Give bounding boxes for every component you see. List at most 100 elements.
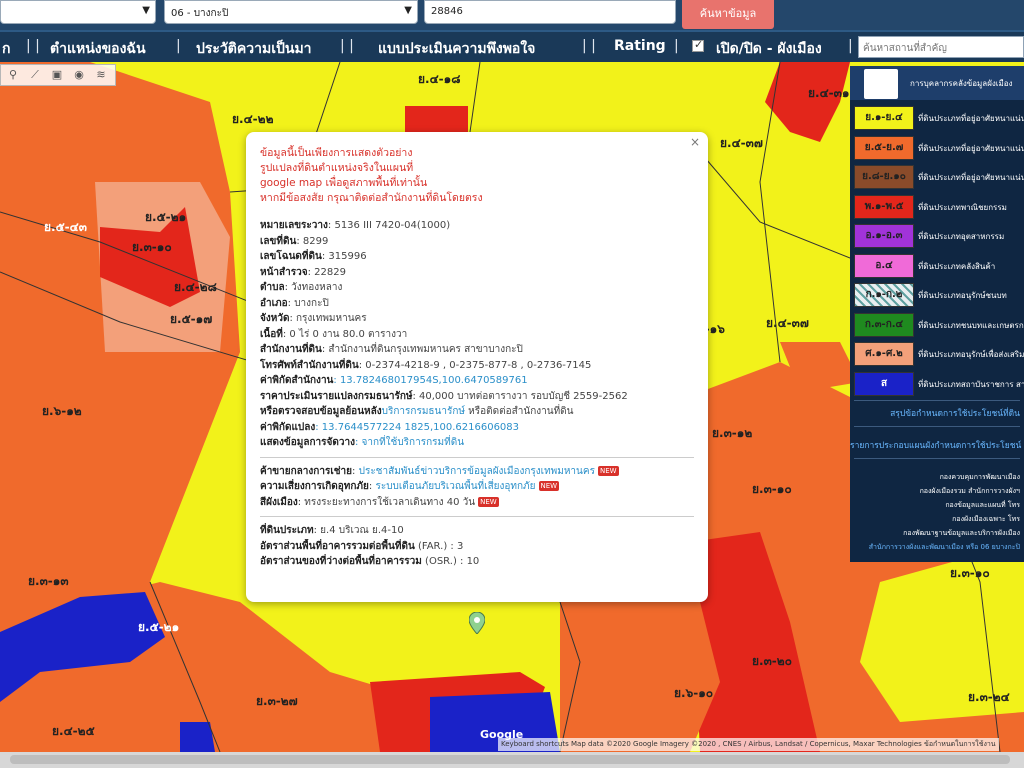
legend-header: การบุคลากรคลังข้อมูลผังเมือง	[850, 66, 1024, 100]
info-link[interactable]: : 13.7644577224 1825,100.6216606083	[315, 422, 519, 433]
legend-label: ที่ดินประเภทสถาบันราชการ สาธารณูปการ	[918, 379, 1024, 389]
menu-item-my-location[interactable]: ตำแหน่งของฉัน	[50, 38, 146, 58]
zone-label: ย.๕-๔๓	[44, 220, 87, 234]
zone-label: ย.๔-๑๘	[418, 72, 461, 86]
polygon-draw-icon[interactable]: ▣	[49, 67, 65, 83]
zone-label: ย.๕-๒๑	[138, 620, 180, 634]
info-key: แสดงข้อมูลการจัดวาง	[260, 437, 355, 448]
menu-separator: |	[848, 38, 853, 54]
menu-separator: | |	[340, 38, 354, 54]
main-menu-bar: ก | | ตำแหน่งของฉัน | ประวัติความเป็นมา …	[0, 30, 1024, 62]
parcel-number-input[interactable]: 28846	[424, 0, 676, 24]
marker-icon[interactable]: ⚲	[5, 67, 21, 83]
contact-line: กองข้อมูลและแผนที่ โทร	[945, 501, 1020, 509]
legend-label: ที่ดินประเภทที่อยู่อาศัยหนาแน่นน้อย	[918, 114, 1024, 123]
info-value: หรือติดต่อสำนักงานที่ดิน	[465, 406, 574, 417]
layer-icon[interactable]: ≋	[93, 67, 109, 83]
province-select[interactable]: ▼	[0, 0, 156, 24]
search-button[interactable]: ค้นหาข้อมูล	[682, 0, 774, 29]
info-key: โทรศัพท์สำนักงานที่ดิน	[260, 359, 359, 371]
info-row: ที่ดินประเภท: ย.4 บริเวณ ย.4-10	[260, 523, 694, 539]
legend-swatch: ย.๑-ย.๔	[854, 106, 914, 130]
menu-item-toggle-zoning[interactable]: เปิด/ปิด - ผังเมือง	[716, 38, 822, 58]
info-link[interactable]: ประชาสัมพันธ์ข่าวบริการข้อมูลผังเมืองกรุ…	[359, 466, 595, 477]
info-key: เลขที่ดิน	[260, 235, 297, 247]
info-row: อำเภอ: บางกะปิ	[260, 296, 694, 312]
menu-item-satisfaction-survey[interactable]: แบบประเมินความพึงพอใจ	[378, 38, 535, 58]
contact-line[interactable]: สำนักการวางผังและพัฒนาเมือง หรือ 06 ยบาง…	[850, 542, 1024, 553]
info-row: หมายเลขระวาง: 5136 III 7420-04(1000)	[260, 218, 694, 234]
info-key: ค่าพิกัดแปลง	[260, 421, 316, 433]
info-value: : ย.4 บริเวณ ย.4-10	[313, 525, 404, 536]
info-value: : 40,000 บาทต่อตารางวา รอบบัญชี 2559-256…	[412, 390, 628, 402]
menu-item-home[interactable]: ก	[2, 38, 10, 58]
legend-item: อ.๔ ที่ดินประเภทคลังสินค้า	[850, 252, 1024, 280]
menu-item-rating[interactable]: Rating	[614, 38, 666, 58]
menu-separator: | |	[26, 38, 40, 54]
info-key: จังหวัด	[260, 313, 290, 324]
location-pin-dot	[474, 617, 480, 623]
top-search-bar: ▼ 06 - บางกะปิ ▼ 28846 ค้นหาข้อมูล	[0, 0, 1024, 30]
legend-divider	[854, 458, 1020, 459]
measure-icon[interactable]: ◉	[71, 67, 87, 83]
info-value: : กรุงเทพมหานคร	[289, 313, 367, 324]
line-draw-icon[interactable]: ⟋	[27, 67, 43, 83]
zone-orange-lower-center	[560, 602, 720, 752]
new-badge: NEW	[478, 496, 499, 507]
zone-label: ย.๓-๑๐	[752, 482, 792, 496]
contact-line: กองพัฒนาฐานข้อมูลและบริการผังเมือง	[903, 529, 1020, 537]
menu-separator: |	[674, 38, 679, 54]
info-key: อัตราส่วนของที่ว่างต่อพื้นที่อาคารรวม	[260, 556, 422, 567]
legend-swatch: ส	[854, 371, 914, 396]
info-link[interactable]: ระบบเตือนภัยบริเวณพื้นที่เสี่ยงอุทกภัย	[375, 481, 535, 492]
legend-label: ที่ดินประเภทคลังสินค้า	[918, 261, 996, 271]
zoning-summary-link[interactable]: สรุปข้อกำหนดการใช้ประโยชน์ที่ดิน	[850, 406, 1024, 420]
horizontal-scrollbar[interactable]	[10, 755, 1010, 764]
contact-line: กองผังเมืองรวม สำนักการวางผังฯ	[919, 487, 1020, 495]
info-row: เลขโฉนดที่ดิน: 315996	[260, 249, 694, 265]
info-row: อัตราส่วนพื้นที่อาคารรวมต่อพื้นที่ดิน (F…	[260, 539, 694, 555]
info-row: ค่าพิกัดสำนักงาน: 13.782468017954S,100.6…	[260, 373, 694, 389]
zone-label: ย.๔-๓๑	[808, 86, 850, 100]
zone-label: ย.๕-๑๗	[170, 312, 213, 326]
legend-label: ที่ดินประเภทชนบทและเกษตรกรรม	[918, 320, 1024, 330]
zone-label: ย.๓-๒๗	[256, 694, 298, 708]
info-key: หมายเลขระวาง	[260, 220, 328, 231]
legend-divider	[854, 426, 1020, 427]
legend-swatch: ย.๘-ย.๑๐	[854, 165, 914, 189]
agency-logo	[864, 69, 898, 99]
info-value: : สำนักงานที่ดินกรุงเทพมหานคร สาขาบางกะป…	[321, 344, 523, 355]
zone-label: ย.๓-๑๐	[132, 240, 172, 254]
legend-item: ย.๕-ย.๗ ที่ดินประเภทที่อยู่อาศัยหนาแน่นปา…	[850, 134, 1024, 162]
parcel-info-popup: × ข้อมูลนี้เป็นเพียงการแสดงตัวอย่าง รูปแ…	[246, 132, 708, 602]
legend-label: ที่ดินประเภทอุตสาหกรรม	[918, 232, 1005, 241]
info-key: หรือตรวจสอบข้อมูลย้อนหลัง	[260, 406, 382, 417]
new-badge: NEW	[538, 481, 560, 491]
place-search-input[interactable]: ค้นหาสถานที่สำคัญ	[858, 36, 1024, 58]
zone-label: ย.๕-๒๑	[145, 210, 187, 224]
info-key: สีผังเมือง	[260, 496, 298, 508]
info-link[interactable]: : จากที่ใช้บริการกรมที่ดิน	[355, 437, 464, 448]
info-link[interactable]: บริการกรมธนารักษ์	[382, 406, 465, 417]
legend-swatch: ศ.๑-ศ.๒	[854, 342, 914, 366]
info-value: : 5136 III 7420-04(1000)	[327, 220, 451, 231]
location-pin-icon[interactable]	[469, 612, 485, 634]
info-value: : วังทองหลาง	[284, 282, 343, 293]
menu-item-history[interactable]: ประวัติความเป็นมา	[196, 38, 312, 58]
disclaimer-line: google map เพื่อดูสภาพพื้นที่เท่านั้น	[260, 177, 428, 189]
zoning-toggle-checkbox[interactable]	[692, 38, 704, 52]
info-key: ค้าขายกลางการเช่าย	[260, 465, 353, 477]
legend-swatch: พ.๑-พ.๕	[854, 194, 914, 219]
info-link[interactable]: : 13.782468017954S,100.6470589761	[333, 375, 527, 386]
zoning-plan-link[interactable]: รายการประกอบแผนผังกำหนดการใช้ประโยชน์	[850, 438, 1024, 452]
menu-separator: | |	[582, 38, 596, 54]
legend-label: ที่ดินประเภทอนุรักษ์เพื่อส่งเสริมเอกลักษ…	[918, 350, 1024, 359]
close-icon[interactable]: ×	[690, 135, 700, 149]
info-row: ราคาประเมินรายแปลงกรมธนารักษ์: 40,000 บา…	[260, 389, 694, 405]
zoning-details: ที่ดินประเภท: ย.4 บริเวณ ย.4-10 อัตราส่วน…	[260, 523, 694, 570]
legend-swatch: ก.๑-ก.๒	[854, 283, 914, 307]
legend-item: อ.๑-อ.๓ ที่ดินประเภทอุตสาหกรรม	[850, 222, 1024, 250]
disclaimer-line: ข้อมูลนี้เป็นเพียงการแสดงตัวอย่าง	[260, 147, 413, 159]
zone-label: ย.๖-๑๐	[674, 686, 714, 700]
district-select[interactable]: 06 - บางกะปิ ▼	[164, 0, 418, 24]
